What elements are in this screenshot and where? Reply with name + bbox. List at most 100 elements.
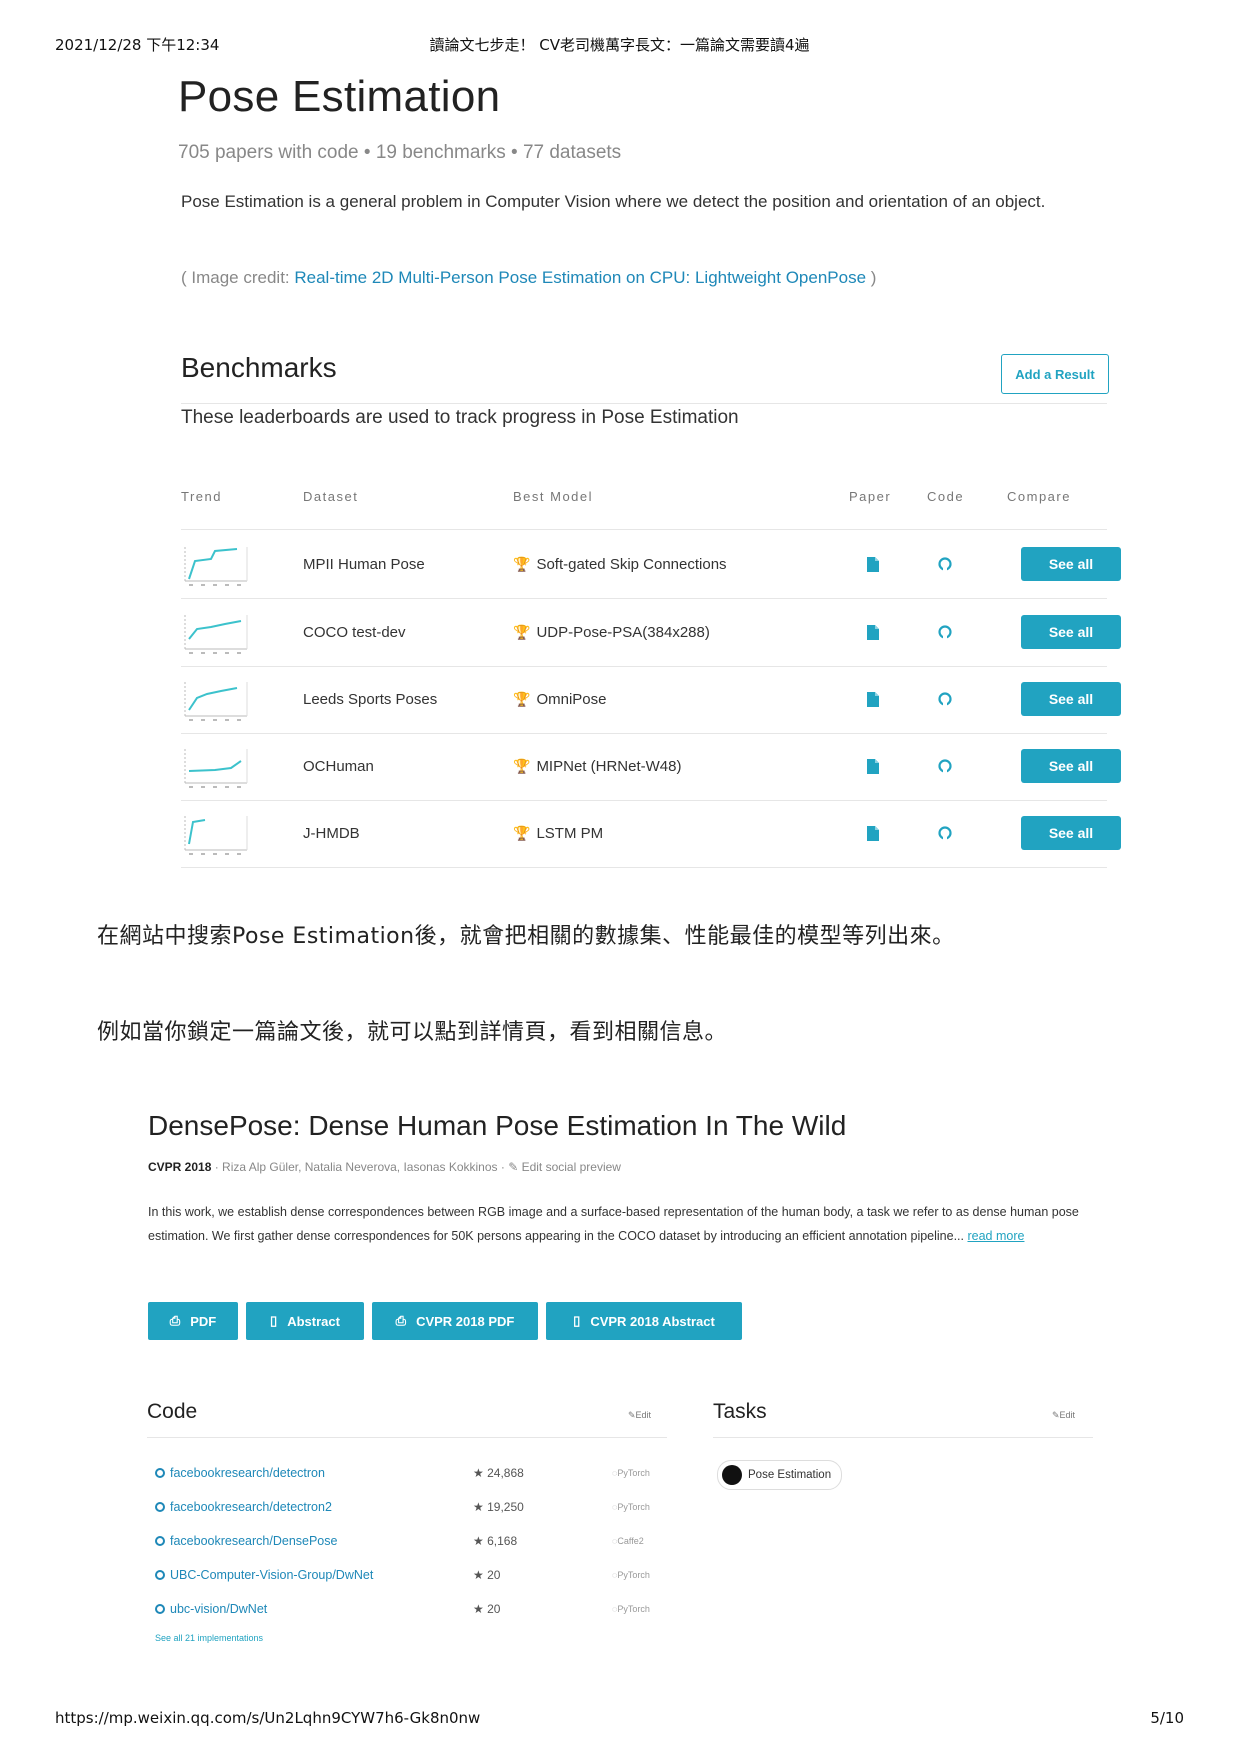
task-pose-estimation[interactable]: Pose Estimation [717,1460,843,1490]
body-paragraph: 例如當你鎖定一篇論文後，就可以點到詳情頁，看到相關信息。 [97,1020,728,1045]
repo-stars: ★ 20 [473,1602,501,1616]
best-model[interactable]: 🏆 UDP-Pose-PSA(384x288) [513,598,710,666]
task-stats: 705 papers with code • 19 benchmarks • 7… [178,142,622,163]
code-heading: Code [147,1400,198,1423]
trend-chart-icon [184,547,248,586]
framework-badge: ◌PyTorch [612,1604,650,1614]
trend-sparkline[interactable] [181,598,251,666]
see-all-implementations-link[interactable]: See all 21 implementations [155,1633,263,1643]
github-icon [155,1468,165,1478]
pdf-icon: ⎙ [169,1313,181,1328]
framework-badge: ◌PyTorch [612,1502,650,1512]
body-paragraph: 在網站中搜索Pose Estimation後，就會把相關的數據集、性能最佳的模型… [97,924,955,949]
framework-badge: ◌PyTorch [612,1468,650,1478]
paper-icon[interactable] [863,799,883,867]
benchmark-row: J-HMDB 🏆 LSTM PM See all [181,799,1121,868]
dataset-name[interactable]: Leeds Sports Poses [303,665,437,733]
trend-chart-icon [184,682,248,721]
paper-title: DensePose: Dense Human Pose Estimation I… [148,1110,847,1141]
dataset-name[interactable]: OCHuman [303,732,374,800]
column-header-paper: Paper [849,489,892,504]
github-icon [155,1570,165,1580]
paper-venue: CVPR 2018 [148,1160,212,1174]
benchmark-row: OCHuman 🏆 MIPNet (HRNet-W48) See all [181,732,1121,801]
repo-stars: ★ 24,868 [473,1466,524,1480]
column-header-compare: Compare [1007,489,1071,504]
trend-sparkline[interactable] [181,799,251,867]
github-icon [155,1604,165,1614]
paper-abstract: In this work, we establish dense corresp… [148,1205,1079,1243]
page-title: Pose Estimation [178,72,501,121]
paper-icon[interactable] [863,530,883,598]
repo-link[interactable]: UBC-Computer-Vision-Group/DwNet [155,1568,373,1582]
read-more-link[interactable]: read more [967,1229,1024,1243]
see-all-cell: See all [1021,598,1121,666]
code-edit-link[interactable]: ✎Edit [628,1410,651,1421]
benchmark-row: Leeds Sports Poses 🏆 OmniPose See all [181,665,1121,734]
tasks-edit-link[interactable]: ✎Edit [1052,1410,1075,1421]
dataset-name[interactable]: MPII Human Pose [303,530,425,598]
github-icon[interactable] [933,732,957,800]
trend-sparkline[interactable] [181,665,251,733]
repo-stars: ★ 6,168 [473,1534,518,1548]
see-all-cell: See all [1021,665,1121,733]
see-all-cell: See all [1021,530,1121,598]
dataset-name[interactable]: COCO test-dev [303,598,406,666]
column-header-best-model: Best Model [513,489,594,504]
add-result-button[interactable]: Add a Result [1001,354,1109,394]
pdf-button[interactable]: ⎙ PDF [148,1302,238,1340]
see-all-button[interactable]: See all [1021,749,1121,783]
framework-badge: ◌Caffe2 [612,1536,644,1546]
see-all-button[interactable]: See all [1021,682,1121,716]
trend-sparkline[interactable] [181,732,251,800]
see-all-cell: See all [1021,732,1121,800]
best-model[interactable]: 🏆 LSTM PM [513,799,603,867]
column-header-code: Code [927,489,965,504]
star-icon: ★ [473,1466,484,1480]
paper-icon[interactable] [863,598,883,666]
edit-social-preview-link[interactable]: ✎ Edit social preview [508,1160,621,1174]
divider [147,1437,667,1438]
repo-link[interactable]: facebookresearch/detectron [155,1466,325,1480]
trend-chart-icon [184,615,248,654]
github-icon[interactable] [933,799,957,867]
github-icon [155,1502,165,1512]
best-model[interactable]: 🏆 OmniPose [513,665,606,733]
benchmarks-heading: Benchmarks [181,352,337,383]
see-all-cell: See all [1021,799,1121,867]
document-icon: ▯ [573,1313,581,1328]
print-url: https://mp.weixin.qq.com/s/Un2Lqhn9CYW7h… [55,1709,481,1727]
see-all-button[interactable]: See all [1021,615,1121,649]
document-icon: ▯ [270,1313,278,1328]
see-all-button[interactable]: See all [1021,816,1121,850]
image-credit-link[interactable]: Real-time 2D Multi-Person Pose Estimatio… [294,268,866,287]
pdf-icon: ⎙ [395,1313,407,1328]
paper-icon[interactable] [863,732,883,800]
see-all-button[interactable]: See all [1021,547,1121,581]
repo-link[interactable]: ubc-vision/DwNet [155,1602,267,1616]
framework-badge: ◌PyTorch [612,1570,650,1580]
dataset-name[interactable]: J-HMDB [303,799,360,867]
best-model[interactable]: 🏆 Soft-gated Skip Connections [513,530,727,598]
repo-link[interactable]: facebookresearch/DensePose [155,1534,337,1548]
star-icon: ★ [473,1602,484,1616]
trophy-icon: 🏆 [513,623,531,640]
cvpr-abstract-button[interactable]: ▯ CVPR 2018 Abstract [546,1302,742,1340]
trophy-icon: 🏆 [513,690,531,707]
repo-link[interactable]: facebookresearch/detectron2 [155,1500,332,1514]
repo-stars: ★ 20 [473,1568,501,1582]
star-icon: ★ [473,1568,484,1582]
github-icon[interactable] [933,665,957,733]
paper-meta: CVPR 2018 · Riza Alp Güler, Natalia Neve… [148,1160,621,1174]
paper-icon[interactable] [863,665,883,733]
trend-sparkline[interactable] [181,530,251,598]
cvpr-pdf-button[interactable]: ⎙ CVPR 2018 PDF [372,1302,538,1340]
trend-chart-icon [184,749,248,788]
github-icon[interactable] [933,598,957,666]
best-model[interactable]: 🏆 MIPNet (HRNet-W48) [513,732,681,800]
github-icon[interactable] [933,530,957,598]
image-credit: ( Image credit: Real-time 2D Multi-Perso… [181,268,877,287]
pose-estimation-screenshot: Pose Estimation 705 papers with code • 1… [60,64,1140,868]
print-page-number: 5/10 [1150,1709,1184,1727]
abstract-button[interactable]: ▯ Abstract [246,1302,364,1340]
